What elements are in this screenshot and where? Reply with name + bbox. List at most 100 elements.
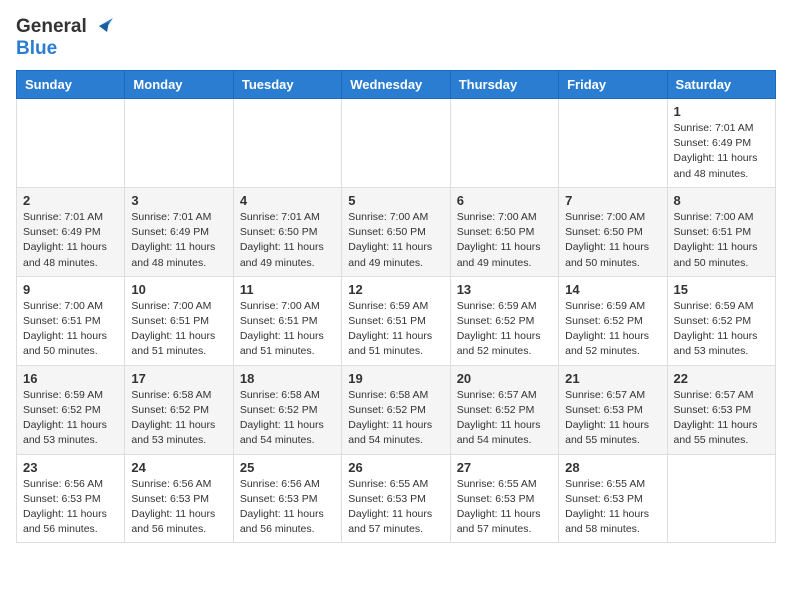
day-info: Sunrise: 6:55 AM Sunset: 6:53 PM Dayligh…: [457, 477, 552, 538]
day-number: 27: [457, 460, 552, 475]
day-info: Sunrise: 6:58 AM Sunset: 6:52 PM Dayligh…: [348, 388, 443, 449]
calendar-week-3: 9 Sunrise: 7:00 AM Sunset: 6:51 PM Daylig…: [17, 276, 776, 365]
day-info: Sunrise: 6:55 AM Sunset: 6:53 PM Dayligh…: [565, 477, 660, 538]
day-number: 10: [131, 282, 226, 297]
day-info: Sunrise: 6:56 AM Sunset: 6:53 PM Dayligh…: [23, 477, 118, 538]
weekday-header-thursday: Thursday: [450, 71, 558, 99]
calendar-week-2: 2Sunrise: 7:01 AM Sunset: 6:49 PM Daylig…: [17, 187, 776, 276]
day-info: Sunrise: 6:58 AM Sunset: 6:52 PM Dayligh…: [240, 388, 335, 449]
calendar-cell: 24 Sunrise: 6:56 AM Sunset: 6:53 PM Dayli…: [125, 454, 233, 543]
calendar-cell: [125, 99, 233, 188]
day-number: 16: [23, 371, 118, 386]
day-info: Sunrise: 6:57 AM Sunset: 6:52 PM Dayligh…: [457, 388, 552, 449]
calendar-cell: 10 Sunrise: 7:00 AM Sunset: 6:51 PM Dayli…: [125, 276, 233, 365]
day-number: 19: [348, 371, 443, 386]
day-info: Sunrise: 6:59 AM Sunset: 6:52 PM Dayligh…: [674, 299, 769, 360]
day-number: 18: [240, 371, 335, 386]
calendar-cell: 23 Sunrise: 6:56 AM Sunset: 6:53 PM Dayli…: [17, 454, 125, 543]
day-info: Sunrise: 6:59 AM Sunset: 6:52 PM Dayligh…: [23, 388, 118, 449]
calendar-cell: 21 Sunrise: 6:57 AM Sunset: 6:53 PM Dayli…: [559, 365, 667, 454]
day-info: Sunrise: 7:01 AM Sunset: 6:49 PM Dayligh…: [674, 121, 769, 182]
calendar-cell: [450, 99, 558, 188]
calendar-cell: 13Sunrise: 6:59 AM Sunset: 6:52 PM Dayli…: [450, 276, 558, 365]
calendar-cell: 2Sunrise: 7:01 AM Sunset: 6:49 PM Daylig…: [17, 187, 125, 276]
calendar-cell: [559, 99, 667, 188]
day-info: Sunrise: 6:59 AM Sunset: 6:52 PM Dayligh…: [565, 299, 660, 360]
logo-bird-icon: [91, 16, 113, 36]
day-number: 23: [23, 460, 118, 475]
calendar-cell: 25Sunrise: 6:56 AM Sunset: 6:53 PM Dayli…: [233, 454, 341, 543]
day-number: 8: [674, 193, 769, 208]
calendar-cell: 9 Sunrise: 7:00 AM Sunset: 6:51 PM Daylig…: [17, 276, 125, 365]
calendar-cell: [667, 454, 775, 543]
calendar-cell: 1 Sunrise: 7:01 AM Sunset: 6:49 PM Daylig…: [667, 99, 775, 188]
calendar-cell: 28 Sunrise: 6:55 AM Sunset: 6:53 PM Dayli…: [559, 454, 667, 543]
day-number: 7: [565, 193, 660, 208]
weekday-header-sunday: Sunday: [17, 71, 125, 99]
weekday-header-friday: Friday: [559, 71, 667, 99]
calendar-cell: 11 Sunrise: 7:00 AM Sunset: 6:51 PM Dayli…: [233, 276, 341, 365]
weekday-header-monday: Monday: [125, 71, 233, 99]
day-number: 24: [131, 460, 226, 475]
day-info: Sunrise: 7:01 AM Sunset: 6:49 PM Dayligh…: [131, 210, 226, 271]
logo-general-text: General: [16, 16, 87, 38]
day-info: Sunrise: 7:01 AM Sunset: 6:50 PM Dayligh…: [240, 210, 335, 271]
day-info: Sunrise: 7:00 AM Sunset: 6:50 PM Dayligh…: [348, 210, 443, 271]
day-info: Sunrise: 6:56 AM Sunset: 6:53 PM Dayligh…: [131, 477, 226, 538]
calendar-cell: [342, 99, 450, 188]
day-info: Sunrise: 6:57 AM Sunset: 6:53 PM Dayligh…: [565, 388, 660, 449]
calendar-cell: 4 Sunrise: 7:01 AM Sunset: 6:50 PM Daylig…: [233, 187, 341, 276]
day-number: 20: [457, 371, 552, 386]
logo: General Blue: [16, 16, 113, 60]
calendar-cell: 20 Sunrise: 6:57 AM Sunset: 6:52 PM Dayli…: [450, 365, 558, 454]
calendar-cell: 12Sunrise: 6:59 AM Sunset: 6:51 PM Dayli…: [342, 276, 450, 365]
calendar-cell: 8 Sunrise: 7:00 AM Sunset: 6:51 PM Daylig…: [667, 187, 775, 276]
day-info: Sunrise: 6:56 AM Sunset: 6:53 PM Dayligh…: [240, 477, 335, 538]
day-number: 5: [348, 193, 443, 208]
day-info: Sunrise: 7:00 AM Sunset: 6:51 PM Dayligh…: [131, 299, 226, 360]
calendar-week-1: 1 Sunrise: 7:01 AM Sunset: 6:49 PM Daylig…: [17, 99, 776, 188]
day-number: 21: [565, 371, 660, 386]
calendar-cell: 6 Sunrise: 7:00 AM Sunset: 6:50 PM Daylig…: [450, 187, 558, 276]
calendar-cell: 22 Sunrise: 6:57 AM Sunset: 6:53 PM Dayli…: [667, 365, 775, 454]
day-info: Sunrise: 7:00 AM Sunset: 6:50 PM Dayligh…: [457, 210, 552, 271]
calendar-cell: 26 Sunrise: 6:55 AM Sunset: 6:53 PM Dayli…: [342, 454, 450, 543]
day-info: Sunrise: 7:00 AM Sunset: 6:50 PM Dayligh…: [565, 210, 660, 271]
day-number: 11: [240, 282, 335, 297]
calendar-cell: 18 Sunrise: 6:58 AM Sunset: 6:52 PM Dayli…: [233, 365, 341, 454]
calendar-cell: 17Sunrise: 6:58 AM Sunset: 6:52 PM Dayli…: [125, 365, 233, 454]
day-number: 1: [674, 104, 769, 119]
day-number: 28: [565, 460, 660, 475]
calendar-week-4: 16 Sunrise: 6:59 AM Sunset: 6:52 PM Dayli…: [17, 365, 776, 454]
day-info: Sunrise: 7:00 AM Sunset: 6:51 PM Dayligh…: [674, 210, 769, 271]
weekday-header-saturday: Saturday: [667, 71, 775, 99]
calendar-cell: 16 Sunrise: 6:59 AM Sunset: 6:52 PM Dayli…: [17, 365, 125, 454]
calendar-table: SundayMondayTuesdayWednesdayThursdayFrid…: [16, 70, 776, 543]
day-number: 13: [457, 282, 552, 297]
day-number: 4: [240, 193, 335, 208]
calendar-cell: [233, 99, 341, 188]
calendar-cell: [17, 99, 125, 188]
day-info: Sunrise: 7:00 AM Sunset: 6:51 PM Dayligh…: [240, 299, 335, 360]
weekday-header-tuesday: Tuesday: [233, 71, 341, 99]
day-number: 6: [457, 193, 552, 208]
calendar-cell: 27 Sunrise: 6:55 AM Sunset: 6:53 PM Dayli…: [450, 454, 558, 543]
day-number: 15: [674, 282, 769, 297]
day-number: 14: [565, 282, 660, 297]
calendar-cell: 19 Sunrise: 6:58 AM Sunset: 6:52 PM Dayli…: [342, 365, 450, 454]
day-info: Sunrise: 6:55 AM Sunset: 6:53 PM Dayligh…: [348, 477, 443, 538]
day-number: 3: [131, 193, 226, 208]
day-number: 9: [23, 282, 118, 297]
calendar-cell: 7 Sunrise: 7:00 AM Sunset: 6:50 PM Daylig…: [559, 187, 667, 276]
calendar-week-5: 23 Sunrise: 6:56 AM Sunset: 6:53 PM Dayli…: [17, 454, 776, 543]
calendar-cell: 14 Sunrise: 6:59 AM Sunset: 6:52 PM Dayli…: [559, 276, 667, 365]
calendar-cell: 5 Sunrise: 7:00 AM Sunset: 6:50 PM Daylig…: [342, 187, 450, 276]
day-number: 22: [674, 371, 769, 386]
weekday-header-row: SundayMondayTuesdayWednesdayThursdayFrid…: [17, 71, 776, 99]
logo-blue-text: Blue: [16, 38, 57, 60]
day-info: Sunrise: 6:58 AM Sunset: 6:52 PM Dayligh…: [131, 388, 226, 449]
day-info: Sunrise: 7:00 AM Sunset: 6:51 PM Dayligh…: [23, 299, 118, 360]
day-number: 26: [348, 460, 443, 475]
calendar-cell: 3 Sunrise: 7:01 AM Sunset: 6:49 PM Daylig…: [125, 187, 233, 276]
day-info: Sunrise: 6:57 AM Sunset: 6:53 PM Dayligh…: [674, 388, 769, 449]
